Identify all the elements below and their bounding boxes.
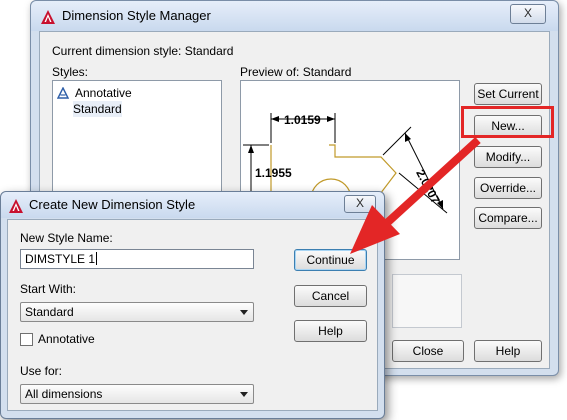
new-style-name-input[interactable]: DIMSTYLE 1 xyxy=(20,249,254,269)
cancel-button[interactable]: Cancel xyxy=(294,285,367,307)
annotative-icon xyxy=(56,86,70,99)
start-with-select[interactable]: Standard xyxy=(20,302,254,322)
compare-button[interactable]: Compare... xyxy=(474,207,542,229)
style-item-label: Annotative xyxy=(75,86,132,100)
dialog-title-bar[interactable]: Create New Dimension Style X xyxy=(1,192,384,218)
preview-dim-right: 2.0207 xyxy=(413,167,443,206)
preview-dim-left: 1.1955 xyxy=(255,166,292,180)
dialog-help-button[interactable]: Help xyxy=(294,320,367,342)
modify-button[interactable]: Modify... xyxy=(474,146,542,168)
start-with-value: Standard xyxy=(25,305,74,319)
style-item-label: Standard xyxy=(73,102,122,116)
dropdown-arrow-icon xyxy=(240,310,248,315)
preview-dim-top: 1.0159 xyxy=(284,113,321,127)
current-style-label: Current dimension style: Standard xyxy=(52,44,234,58)
description-box xyxy=(392,274,462,328)
annotative-checkbox[interactable] xyxy=(20,333,33,346)
manager-title-bar[interactable]: Dimension Style Manager X xyxy=(31,1,558,31)
new-style-name-value: DIMSTYLE 1 xyxy=(25,252,96,266)
dialog-body: New Style Name: DIMSTYLE 1 Start With: S… xyxy=(7,219,378,411)
start-with-label: Start With: xyxy=(20,282,77,296)
continue-button[interactable]: Continue xyxy=(294,249,367,271)
dropdown-arrow-icon xyxy=(240,392,248,397)
help-button[interactable]: Help xyxy=(474,340,542,362)
style-item-standard[interactable]: Standard xyxy=(73,101,122,117)
use-for-select[interactable]: All dimensions xyxy=(20,384,254,404)
manager-title: Dimension Style Manager xyxy=(62,8,211,23)
create-new-dimension-style-dialog: Create New Dimension Style X New Style N… xyxy=(0,191,385,419)
styles-label: Styles: xyxy=(52,65,89,79)
use-for-label: Use for: xyxy=(20,364,63,378)
preview-label: Preview of: Standard xyxy=(240,65,352,79)
autocad-logo-icon xyxy=(40,9,56,25)
close-icon: X xyxy=(523,6,532,20)
close-button[interactable]: Close xyxy=(392,340,464,362)
annotative-label: Annotative xyxy=(38,332,95,346)
use-for-value: All dimensions xyxy=(25,387,103,401)
override-button[interactable]: Override... xyxy=(474,177,542,199)
style-item-annotative[interactable]: Annotative xyxy=(56,85,132,101)
text-caret xyxy=(96,252,98,265)
dialog-close-button[interactable]: X xyxy=(344,195,376,213)
autocad-logo-icon xyxy=(8,198,24,214)
manager-close-button[interactable]: X xyxy=(510,4,546,24)
new-button-highlight xyxy=(461,106,554,138)
new-style-name-label: New Style Name: xyxy=(20,231,113,245)
set-current-button[interactable]: Set Current xyxy=(474,83,542,105)
dialog-title: Create New Dimension Style xyxy=(29,197,196,212)
close-icon: X xyxy=(355,196,364,210)
